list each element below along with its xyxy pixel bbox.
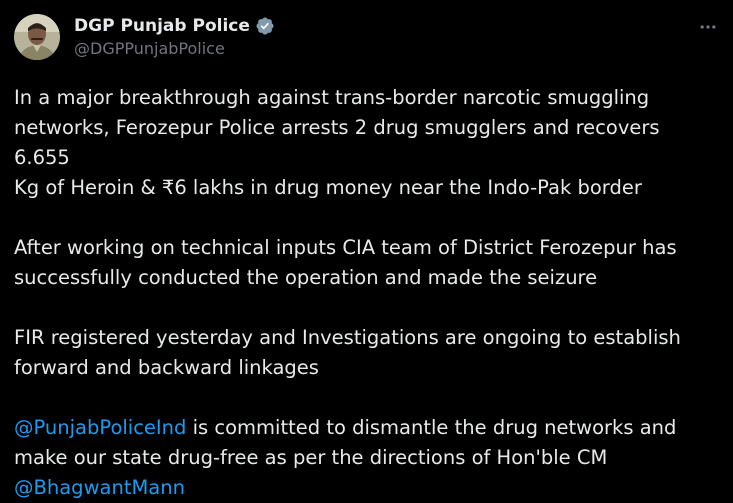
mention-link-bhagwantmann[interactable]: @BhagwantMann [14,476,185,499]
more-options-button[interactable] [697,16,719,38]
tweet-text: In a major breakthrough against trans-bo… [14,83,719,503]
author-names: DGP Punjab Police @DGPPunjabPolice [74,14,275,58]
tweet-paragraph: After working on technical inputs CIA te… [14,236,677,289]
verified-badge-icon[interactable] [255,16,275,36]
tweet-paragraph: FIR registered yesterday and Investigati… [14,326,681,379]
mention-link-punjabpoliceind[interactable]: @PunjabPoliceInd [14,416,186,439]
author-handle[interactable]: @DGPPunjabPolice [74,39,275,58]
author-display-name[interactable]: DGP Punjab Police [74,16,250,36]
avatar[interactable] [14,14,60,60]
tweet-header: DGP Punjab Police @DGPPunjabPolice [14,12,719,60]
tweet-paragraph: In a major breakthrough against trans-bo… [14,86,660,199]
more-horizontal-icon [700,25,716,29]
tweet-paragraph: @PunjabPoliceInd is committed to dismant… [14,413,719,503]
avatar-image [14,14,60,60]
